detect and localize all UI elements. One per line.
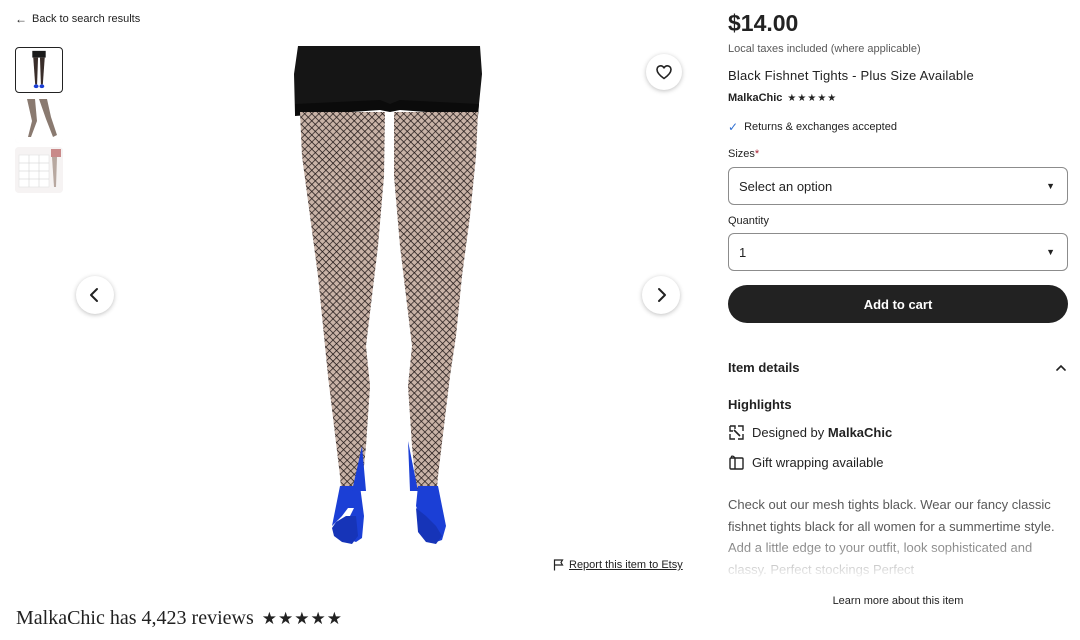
shop-star-rating[interactable]: ★★★★★ (787, 93, 837, 104)
next-image-button[interactable] (642, 276, 680, 314)
thumbnail-2[interactable] (15, 97, 63, 143)
item-description: Check out our mesh tights black. Wear ou… (728, 494, 1070, 578)
highlights-title: Highlights (728, 397, 792, 412)
main-product-image (280, 46, 500, 546)
product-price: $14.00 (728, 10, 799, 36)
designed-by-prefix: Designed by (752, 425, 825, 440)
designed-by-text: Designed by MalkaChic (752, 425, 892, 440)
report-link-label: Report this item to Etsy (569, 559, 683, 571)
gift-wrapping-text: Gift wrapping available (752, 455, 884, 470)
gift-icon (729, 455, 744, 470)
reviews-star-rating: ★★★★★ (261, 608, 343, 629)
add-to-cart-button[interactable]: Add to cart (728, 285, 1068, 323)
previous-image-button[interactable] (76, 276, 114, 314)
flag-icon (553, 559, 564, 571)
sizes-label: Sizes* (728, 148, 759, 160)
designer-tools-icon (729, 425, 744, 440)
designed-by-row: Designed by MalkaChic (728, 424, 892, 441)
check-icon: ✓ (728, 120, 739, 134)
heart-icon (656, 65, 672, 80)
tax-note: Local taxes included (where applicable) (728, 43, 921, 55)
back-link-label: Back to search results (32, 13, 141, 25)
shop-name-link[interactable]: MalkaChic (728, 92, 782, 104)
product-title: Black Fishnet Tights - Plus Size Availab… (728, 68, 974, 83)
caret-down-icon: ▼ (1046, 181, 1055, 191)
returns-text: Returns & exchanges accepted (744, 121, 897, 133)
reviews-heading: MalkaChic has 4,423 reviews ★★★★★ (16, 607, 343, 630)
favorite-button[interactable] (646, 54, 682, 90)
report-item-link[interactable]: Report this item to Etsy (553, 559, 683, 571)
reviews-heading-text: MalkaChic has 4,423 reviews (16, 607, 254, 629)
back-to-search-link[interactable]: ← Back to search results (15, 12, 140, 26)
sizes-select[interactable]: Select an option ▼ (728, 167, 1068, 205)
chevron-right-icon (658, 288, 666, 302)
learn-more-link[interactable]: Learn more about this item (728, 595, 1068, 607)
item-details-toggle[interactable]: Item details (728, 360, 1066, 375)
caret-down-icon: ▼ (1046, 247, 1055, 257)
shop-info: MalkaChic ★★★★★ (728, 92, 837, 104)
thumbnail-strip (15, 47, 63, 193)
chevron-left-icon (90, 288, 98, 302)
thumbnail-3[interactable] (15, 147, 63, 193)
gift-wrapping-row: Gift wrapping available (728, 454, 884, 471)
thumbnail-1[interactable] (15, 47, 63, 93)
quantity-select-value: 1 (739, 244, 747, 260)
quantity-label: Quantity (728, 215, 769, 227)
chevron-up-icon (1056, 364, 1066, 371)
required-indicator: * (754, 148, 760, 160)
item-details-title: Item details (728, 360, 800, 375)
returns-policy: ✓ Returns & exchanges accepted (728, 120, 897, 134)
sizes-select-value: Select an option (739, 178, 833, 194)
sizes-label-text: Sizes (728, 148, 755, 160)
designed-by-shop[interactable]: MalkaChic (828, 425, 892, 440)
arrow-left-icon: ← (15, 12, 27, 26)
quantity-select[interactable]: 1 ▼ (728, 233, 1068, 271)
